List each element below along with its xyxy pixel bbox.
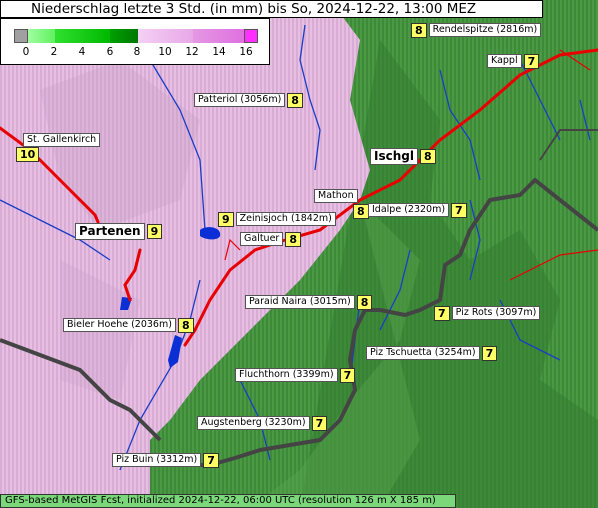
precip-value: 7 xyxy=(203,452,219,468)
legend-tick: 2 xyxy=(50,46,58,58)
place-name: Piz Buin (3312m) xyxy=(112,453,202,467)
place-st-gallenkirch-value: 10 xyxy=(14,146,40,162)
legend-swatch-0-2 xyxy=(27,29,56,43)
precip-value: 8 xyxy=(419,148,436,164)
place-galtuer: Galtuer 8 xyxy=(240,231,301,247)
precip-value: 9 xyxy=(146,223,163,239)
place-name: Mathon xyxy=(314,189,358,203)
place-piz-buin: Piz Buin (3312m) 7 xyxy=(112,452,219,468)
place-name: Fluchthorn (3399m) xyxy=(235,368,338,382)
place-paraid-naira: Paraid Naira (3015m) 8 xyxy=(245,294,373,310)
precip-value: 8 xyxy=(287,92,303,108)
precipitation-legend: 0 2 4 6 8 10 12 14 16 xyxy=(0,18,270,65)
place-mathon: Mathon xyxy=(314,189,358,203)
legend-tick: 12 xyxy=(185,46,199,58)
place-st-gallenkirch: St. Gallenkirch xyxy=(23,133,101,147)
place-augstenberg: Augstenberg (3230m) 7 xyxy=(197,415,328,431)
legend-tick: 6 xyxy=(106,46,114,58)
place-idalpe: Idalpe (2320m) 7 xyxy=(368,202,467,218)
legend-swatch-max xyxy=(244,29,258,43)
legend-tick: 4 xyxy=(78,46,86,58)
legend-tick: 0 xyxy=(22,46,30,58)
place-name: Kappl xyxy=(487,54,522,68)
precip-value: 8 xyxy=(177,317,194,333)
place-name: Patteriol (3056m) xyxy=(194,93,286,107)
place-name: Rendelspitze (2816m) xyxy=(428,23,542,37)
place-name: Piz Tschuetta (3254m) xyxy=(366,346,480,360)
legend-swatch-6-8 xyxy=(110,29,138,43)
place-mathon-value: 8 xyxy=(351,203,369,219)
legend-swatch-8-12 xyxy=(137,29,194,43)
legend-swatch-gray xyxy=(14,29,28,43)
place-ischgl: Ischgl 8 xyxy=(370,147,436,165)
place-name: Paraid Naira (3015m) xyxy=(245,295,355,309)
legend-tick: 16 xyxy=(239,46,253,58)
precip-value: 7 xyxy=(311,415,328,431)
place-name: Ischgl xyxy=(370,147,418,165)
forecast-footer: GFS-based MetGIS Fcst, initialized 2024-… xyxy=(0,494,456,508)
place-name: Piz Rots (3097m) xyxy=(451,306,541,320)
map-title: Niederschlag letzte 3 Std. (in mm) bis S… xyxy=(0,0,543,18)
legend-tick: 14 xyxy=(212,46,226,58)
place-piz-rots: 7 Piz Rots (3097m) xyxy=(434,305,541,321)
precip-value: 7 xyxy=(451,202,467,218)
precip-value: 9 xyxy=(218,211,234,227)
place-name: Augstenberg (3230m) xyxy=(197,416,310,430)
precip-value: 8 xyxy=(353,203,369,219)
precip-value: 7 xyxy=(481,345,498,361)
place-name: Bieler Hoehe (2036m) xyxy=(63,318,176,332)
place-piz-tschuetta: Piz Tschuetta (3254m) 7 xyxy=(366,345,498,361)
place-name: Galtuer xyxy=(240,232,284,246)
terrain-map xyxy=(0,0,598,508)
precip-value: 10 xyxy=(16,146,40,162)
legend-swatch-12-16 xyxy=(193,29,245,43)
place-bieler-hoehe: Bieler Hoehe (2036m) 8 xyxy=(63,317,194,333)
precip-value: 7 xyxy=(339,367,356,383)
place-zeinisjoch: 9 Zeinisjoch (1842m) xyxy=(218,211,336,227)
place-fluchthorn: Fluchthorn (3399m) 7 xyxy=(235,367,356,383)
place-name: Idalpe (2320m) xyxy=(368,203,450,217)
precip-value: 8 xyxy=(411,22,427,38)
precip-value: 7 xyxy=(434,305,450,321)
legend-tick: 10 xyxy=(158,46,172,58)
legend-tick: 8 xyxy=(133,46,141,58)
precip-value: 8 xyxy=(356,294,373,310)
place-partenen: Partenen 9 xyxy=(75,222,163,240)
legend-colorbar xyxy=(14,29,258,43)
place-name: Partenen xyxy=(75,222,145,240)
place-name: Zeinisjoch (1842m) xyxy=(235,212,336,226)
place-patteriol: Patteriol (3056m) 8 xyxy=(194,92,303,108)
precip-value: 7 xyxy=(523,53,540,69)
place-name: St. Gallenkirch xyxy=(23,133,101,147)
legend-swatch-2-6 xyxy=(55,29,111,43)
place-rendelspitze: 8 Rendelspitze (2816m) xyxy=(411,22,542,38)
precip-value: 8 xyxy=(285,231,301,247)
place-kappl: Kappl 7 xyxy=(487,53,540,69)
